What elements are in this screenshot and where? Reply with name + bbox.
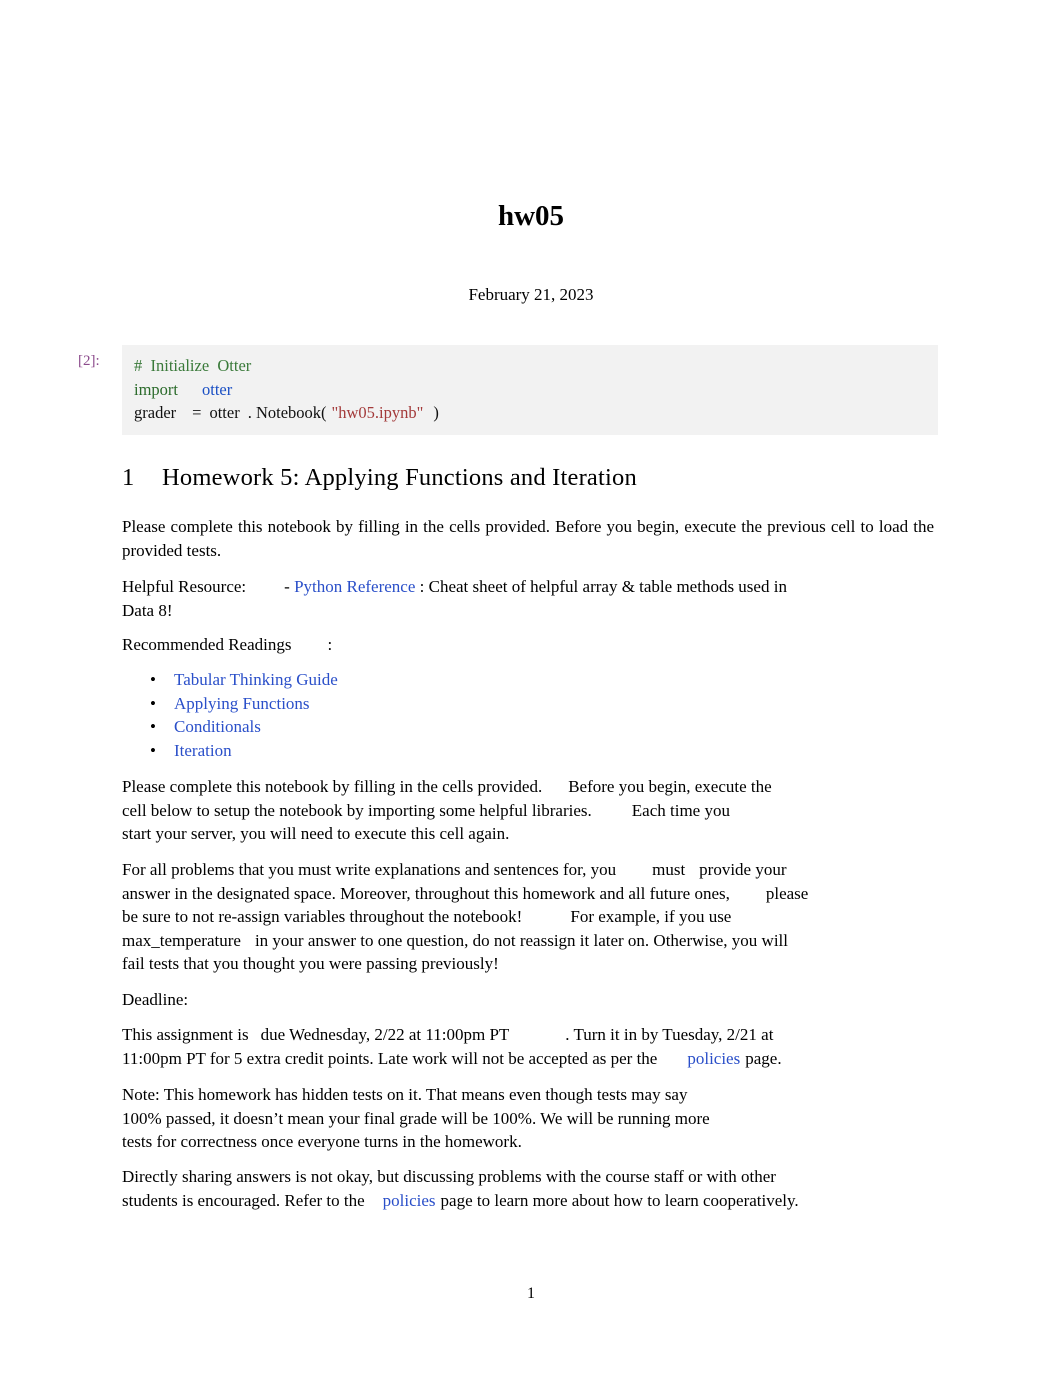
setup-line1a: Please complete this notebook by filling… xyxy=(122,777,543,796)
paragraph-hidden-tests: Note: This homework has hidden tests on … xyxy=(122,1083,934,1154)
code-var-grader: grader xyxy=(134,403,177,422)
code-notebook-call: . Notebook( xyxy=(247,403,327,422)
deadline-line2b: page. xyxy=(745,1048,782,1068)
readings-list: Tabular Thinking Guide Applying Function… xyxy=(148,668,928,762)
paragraph-setup-instructions: Please complete this notebook by filling… xyxy=(122,775,934,846)
section-number: 1 xyxy=(122,464,135,491)
collaboration-line2a: students is encouraged. Refer to the xyxy=(122,1190,365,1210)
list-item: Iteration xyxy=(148,739,928,763)
hidden-tests-line3: tests for correctness once everyone turn… xyxy=(122,1132,522,1151)
code-string-filename: "hw05.ipynb" xyxy=(331,403,424,422)
code-line-3: grader = otter . Notebook("hw05.ipynb") xyxy=(134,401,926,425)
helpful-resource-line2: Data 8! xyxy=(122,600,173,620)
link-applying-functions[interactable]: Applying Functions xyxy=(174,694,310,713)
link-policies-deadline[interactable]: policies xyxy=(687,1049,740,1068)
code-equals: = xyxy=(192,403,202,422)
rules-line2b: please xyxy=(765,883,809,903)
list-item: Applying Functions xyxy=(148,692,928,716)
link-conditionals[interactable]: Conditionals xyxy=(174,717,261,736)
paragraph-problem-rules: For all problems that you must write exp… xyxy=(122,858,934,976)
code-otter-ref: otter xyxy=(209,403,240,422)
paragraph-deadline-label: Deadline: xyxy=(122,988,934,1012)
rules-line3a: be sure to not re-assign variables throu… xyxy=(122,907,523,926)
code-module-otter: otter xyxy=(202,379,233,399)
paragraph-recommended-readings: Recommended Readings: xyxy=(122,633,934,657)
rules-line1c: provide your xyxy=(699,860,787,879)
list-item: Conditionals xyxy=(148,715,928,739)
rules-line2a: answer in the designated space. Moreover… xyxy=(122,883,730,903)
code-cell: [2]: # Initialize Otter import otter grad… xyxy=(78,345,938,435)
code-close-paren: ) xyxy=(433,403,439,422)
link-iteration[interactable]: Iteration xyxy=(174,741,232,760)
deadline-label: Deadline: xyxy=(122,990,189,1009)
code-line-2: import otter xyxy=(134,378,926,402)
collaboration-line1: Directly sharing answers is not okay, bu… xyxy=(122,1167,776,1186)
section-heading: 1 Homework 5: Applying Functions and Iter… xyxy=(122,464,637,492)
helpful-resource-label: Helpful Resource: xyxy=(122,577,247,596)
rules-line3b: For example, if you use xyxy=(570,907,732,926)
code-line-1: # Initialize Otter xyxy=(134,354,926,378)
document-page: hw05 February 21, 2023 [2]: # Initialize… xyxy=(0,0,1062,1377)
deadline-line2a: 11:00pm PT for 5 extra credit points. La… xyxy=(122,1048,658,1068)
rules-line5: fail tests that you thought you were pas… xyxy=(122,954,499,973)
setup-line1b: Before you begin, execute the xyxy=(568,777,772,796)
deadline-line1c: . Turn it in by Tuesday, 2/21 at xyxy=(565,1025,774,1044)
helpful-resource-rest: : Cheat sheet of helpful array & table m… xyxy=(419,577,787,596)
cell-execution-label: [2]: xyxy=(78,353,100,369)
code-comment: # Initialize Otter xyxy=(134,356,252,375)
setup-line2a: cell below to setup the notebook by impo… xyxy=(122,800,592,820)
rules-line4b: in your answer to one question, do not r… xyxy=(254,930,788,950)
recommended-readings-label: Recommended Readings xyxy=(122,635,292,654)
paragraph-helpful-resource: Helpful Resource: - Python Reference : Ch… xyxy=(122,575,934,622)
page-title: hw05 xyxy=(497,200,565,232)
setup-line2b: Each time you xyxy=(631,800,730,820)
link-python-reference[interactable]: Python Reference xyxy=(294,577,415,596)
setup-line3: start your server, you will need to exec… xyxy=(122,824,510,843)
list-item: Tabular Thinking Guide xyxy=(148,668,928,692)
page-number: 1 xyxy=(527,1285,535,1302)
paragraph-deadline-detail: This assignment is due Wednesday, 2/22 at… xyxy=(122,1023,934,1070)
code-keyword-import: import xyxy=(134,379,178,399)
paragraph-intro: Please complete this notebook by filling… xyxy=(122,515,934,562)
section-title: Homework 5: Applying Functions and Itera… xyxy=(162,464,637,491)
code-cell-body[interactable]: # Initialize Otter import otter grader = ot… xyxy=(122,345,938,435)
rules-line1b: must xyxy=(652,860,686,879)
document-date: February 21, 2023 xyxy=(468,285,594,304)
link-tabular-thinking-guide[interactable]: Tabular Thinking Guide xyxy=(174,670,338,689)
rules-variable-name: max_temperature xyxy=(122,930,241,950)
link-policies-collaboration[interactable]: policies xyxy=(383,1191,436,1210)
helpful-resource-dash: - xyxy=(284,577,290,596)
deadline-line1a: This assignment is xyxy=(122,1025,249,1044)
hidden-tests-line1: Note: This homework has hidden tests on … xyxy=(122,1085,688,1104)
paragraph-collaboration: Directly sharing answers is not okay, bu… xyxy=(122,1165,934,1212)
recommended-readings-colon: : xyxy=(327,635,333,654)
paragraph-intro-text: Please complete this notebook by filling… xyxy=(122,517,934,560)
hidden-tests-line2: 100% passed, it doesn’t mean your final … xyxy=(122,1108,710,1128)
collaboration-line2b: page to learn more about how to learn co… xyxy=(440,1190,799,1210)
deadline-due-date: due Wednesday, 2/22 at 11:00pm PT xyxy=(260,1025,510,1044)
rules-line1a: For all problems that you must write exp… xyxy=(122,860,617,879)
